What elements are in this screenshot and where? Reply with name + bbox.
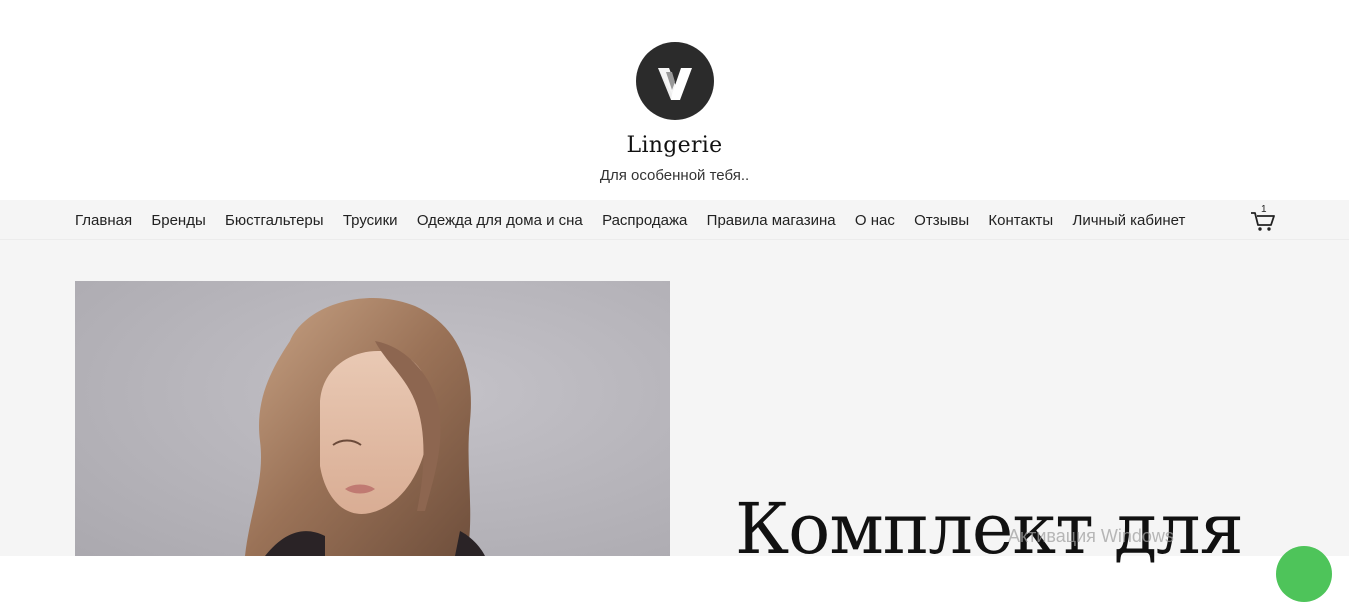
logo-v-icon: [658, 68, 692, 100]
nav-item-store-rules[interactable]: Правила магазина: [707, 212, 836, 229]
nav-item-reviews[interactable]: Отзывы: [914, 212, 969, 229]
site-tagline: Для особенной тебя..: [599, 167, 750, 184]
nav-item-about[interactable]: О нас: [855, 212, 895, 229]
nav-item-contacts[interactable]: Контакты: [988, 212, 1053, 229]
chat-widget-button[interactable]: [1276, 546, 1332, 602]
nav-item-panties[interactable]: Трусики: [343, 212, 398, 229]
nav-item-bras[interactable]: Бюстгальтеры: [225, 212, 324, 229]
nav-item-homewear[interactable]: Одежда для дома и сна: [417, 212, 583, 229]
main-navigation: Главная Бренды Бюстгальтеры Трусики Одеж…: [0, 200, 1349, 240]
site-header: Lingerie Для особенной тебя..: [0, 0, 1349, 200]
logo[interactable]: [636, 42, 714, 120]
site-title[interactable]: Lingerie: [0, 133, 1349, 158]
cart-count: 1: [1261, 204, 1267, 215]
model-photo: [75, 281, 670, 556]
cart-button[interactable]: 1: [1249, 204, 1277, 233]
nav-item-sale[interactable]: Распродажа: [602, 212, 687, 229]
nav-item-home[interactable]: Главная: [75, 212, 132, 229]
nav-item-brands[interactable]: Бренды: [151, 212, 205, 229]
hero-image[interactable]: [75, 281, 670, 556]
windows-activation-watermark: Активация Windows: [1008, 526, 1174, 546]
nav-items: Главная Бренды Бюстгальтеры Трусики Одеж…: [75, 200, 1205, 240]
nav-item-account[interactable]: Личный кабинет: [1073, 212, 1186, 229]
